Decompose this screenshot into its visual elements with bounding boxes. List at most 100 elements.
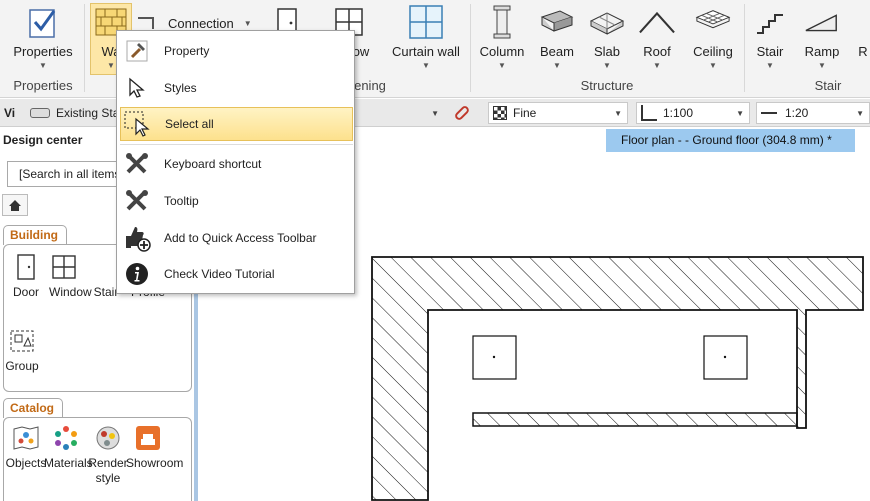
chevron-down-icon: ▼: [736, 108, 744, 118]
chevron-down-icon: ▼: [653, 61, 661, 70]
slab-button[interactable]: Slab ▼: [586, 4, 628, 76]
curtain-wall-icon: [408, 4, 444, 40]
info-icon: [120, 257, 154, 291]
roof-button[interactable]: Roof ▼: [636, 4, 678, 76]
curtain-wall-button[interactable]: Curtain wall ▼: [388, 4, 464, 76]
layer-dropdown[interactable]: ▼: [356, 102, 444, 124]
render-style-icon: [94, 424, 122, 452]
connection-label: Connection: [168, 15, 234, 31]
chevron-down-icon: ▼: [603, 61, 611, 70]
menu-item-label: Add to Quick Access Toolbar: [164, 231, 317, 245]
menu-separator: [120, 144, 353, 145]
tab-floor-plan[interactable]: Floor plan - - Ground floor (304.8 mm) *: [606, 129, 855, 152]
existing-state-label: Existing Sta: [56, 106, 120, 120]
building-item-window[interactable]: Window: [42, 253, 92, 300]
window-label: ow: [352, 44, 370, 59]
detail-level-dropdown[interactable]: Fine ▼: [488, 102, 628, 124]
roof-label: Roof: [643, 44, 671, 59]
slab-icon: [589, 4, 625, 40]
separator: [84, 4, 85, 92]
ramp-button[interactable]: Ramp ▼: [800, 4, 844, 76]
stair-label: Stair: [756, 44, 784, 59]
link-button[interactable]: [453, 102, 471, 124]
checker-icon: [493, 106, 507, 120]
catalog-item-objects[interactable]: Objects: [4, 424, 48, 471]
detail-level-value: Fine: [513, 106, 537, 120]
ceiling-icon: [695, 4, 731, 40]
group-stair: Stair: [814, 78, 842, 93]
stair-label: Stair: [93, 285, 119, 299]
tab-building[interactable]: Building: [3, 225, 67, 245]
menu-item-keyboard-shortcut[interactable]: Keyboard shortcut: [120, 147, 353, 181]
tab-catalog[interactable]: Catalog: [3, 398, 64, 418]
link-icon: [453, 104, 471, 122]
home-button[interactable]: [2, 194, 28, 216]
menu-item-add-quick-access[interactable]: Add to Quick Access Toolbar: [120, 221, 353, 255]
context-menu: Property Styles Select all Keyboard shor…: [116, 30, 355, 294]
chevron-down-icon: ▼: [107, 61, 115, 70]
view-label: Vi: [4, 106, 16, 120]
ceiling-button[interactable]: Ceiling ▼: [688, 4, 738, 76]
railing-button[interactable]: R: [856, 4, 870, 76]
separator: [470, 4, 471, 92]
chevron-down-icon: ▼: [39, 61, 47, 70]
menu-item-property[interactable]: Property: [120, 34, 353, 68]
menu-item-label: Styles: [164, 81, 197, 95]
line-scale-dropdown[interactable]: 1:20 ▼: [756, 102, 870, 124]
door-icon: [12, 253, 40, 281]
railing-icon: [845, 4, 870, 40]
objects-label: Objects: [5, 456, 47, 470]
window-icon: [50, 253, 78, 281]
curtain-wall-label: Curtain wall: [392, 44, 460, 59]
group-label: Group: [5, 359, 39, 373]
separator: [744, 4, 745, 92]
column-button[interactable]: Column ▼: [476, 4, 528, 76]
objects-icon: [12, 424, 40, 452]
catalog-item-render-style[interactable]: Render style: [86, 424, 130, 486]
slab-label: Slab: [593, 44, 621, 59]
menu-item-label: Property: [164, 44, 210, 58]
window-label: Window: [49, 285, 92, 299]
catalog-item-showroom[interactable]: Showroom: [126, 424, 183, 471]
beam-label: Beam: [540, 44, 574, 59]
ramp-icon: [804, 4, 840, 40]
existing-state-dropdown[interactable]: Existing Sta: [22, 102, 119, 124]
catalog-item-materials[interactable]: Materials: [44, 424, 93, 471]
menu-item-tooltip[interactable]: Tooltip: [120, 184, 353, 218]
menu-item-styles[interactable]: Styles: [120, 71, 353, 105]
roof-icon: [639, 4, 675, 40]
properties-check-icon: [25, 4, 61, 40]
properties-button[interactable]: Properties ▼: [8, 4, 78, 76]
properties-label: Properties: [13, 44, 73, 59]
menu-item-select-all[interactable]: Select all: [120, 107, 353, 141]
tape-icon: [30, 108, 50, 118]
beam-button[interactable]: Beam ▼: [536, 4, 578, 76]
line-icon: [761, 112, 777, 114]
menu-item-check-video-tutorial[interactable]: Check Video Tutorial: [120, 257, 353, 291]
chevron-down-icon: ▼: [422, 61, 430, 70]
tools-icon: [120, 184, 154, 218]
group-properties: Properties: [13, 78, 73, 93]
home-icon: [9, 199, 21, 211]
scale-dropdown[interactable]: 1:100 ▼: [636, 102, 750, 124]
menu-item-label: Select all: [165, 117, 214, 131]
building-item-group[interactable]: Group: [0, 327, 44, 374]
chevron-down-icon: ▼: [498, 61, 506, 70]
tools-icon: [120, 147, 154, 181]
chevron-down-icon: ▼: [614, 108, 622, 118]
design-center-title: Design center: [3, 133, 83, 147]
chevron-down-icon: ▼: [856, 108, 864, 118]
stair-button[interactable]: Stair ▼: [750, 4, 790, 76]
connection-icon: [138, 17, 154, 29]
chevron-down-icon: ▼: [818, 61, 826, 70]
menu-item-label: Tooltip: [164, 194, 199, 208]
group-icon: [8, 327, 36, 355]
column-icon: [484, 4, 520, 40]
ceiling-label: Ceiling: [693, 44, 733, 59]
column-label: Column: [479, 44, 525, 59]
showroom-icon: [134, 424, 162, 452]
railing-label: R: [858, 44, 868, 59]
catalog-box: Objects Materials Render style Showroom: [3, 417, 192, 501]
materials-icon: [52, 424, 80, 452]
chevron-down-icon: ▼: [766, 61, 774, 70]
